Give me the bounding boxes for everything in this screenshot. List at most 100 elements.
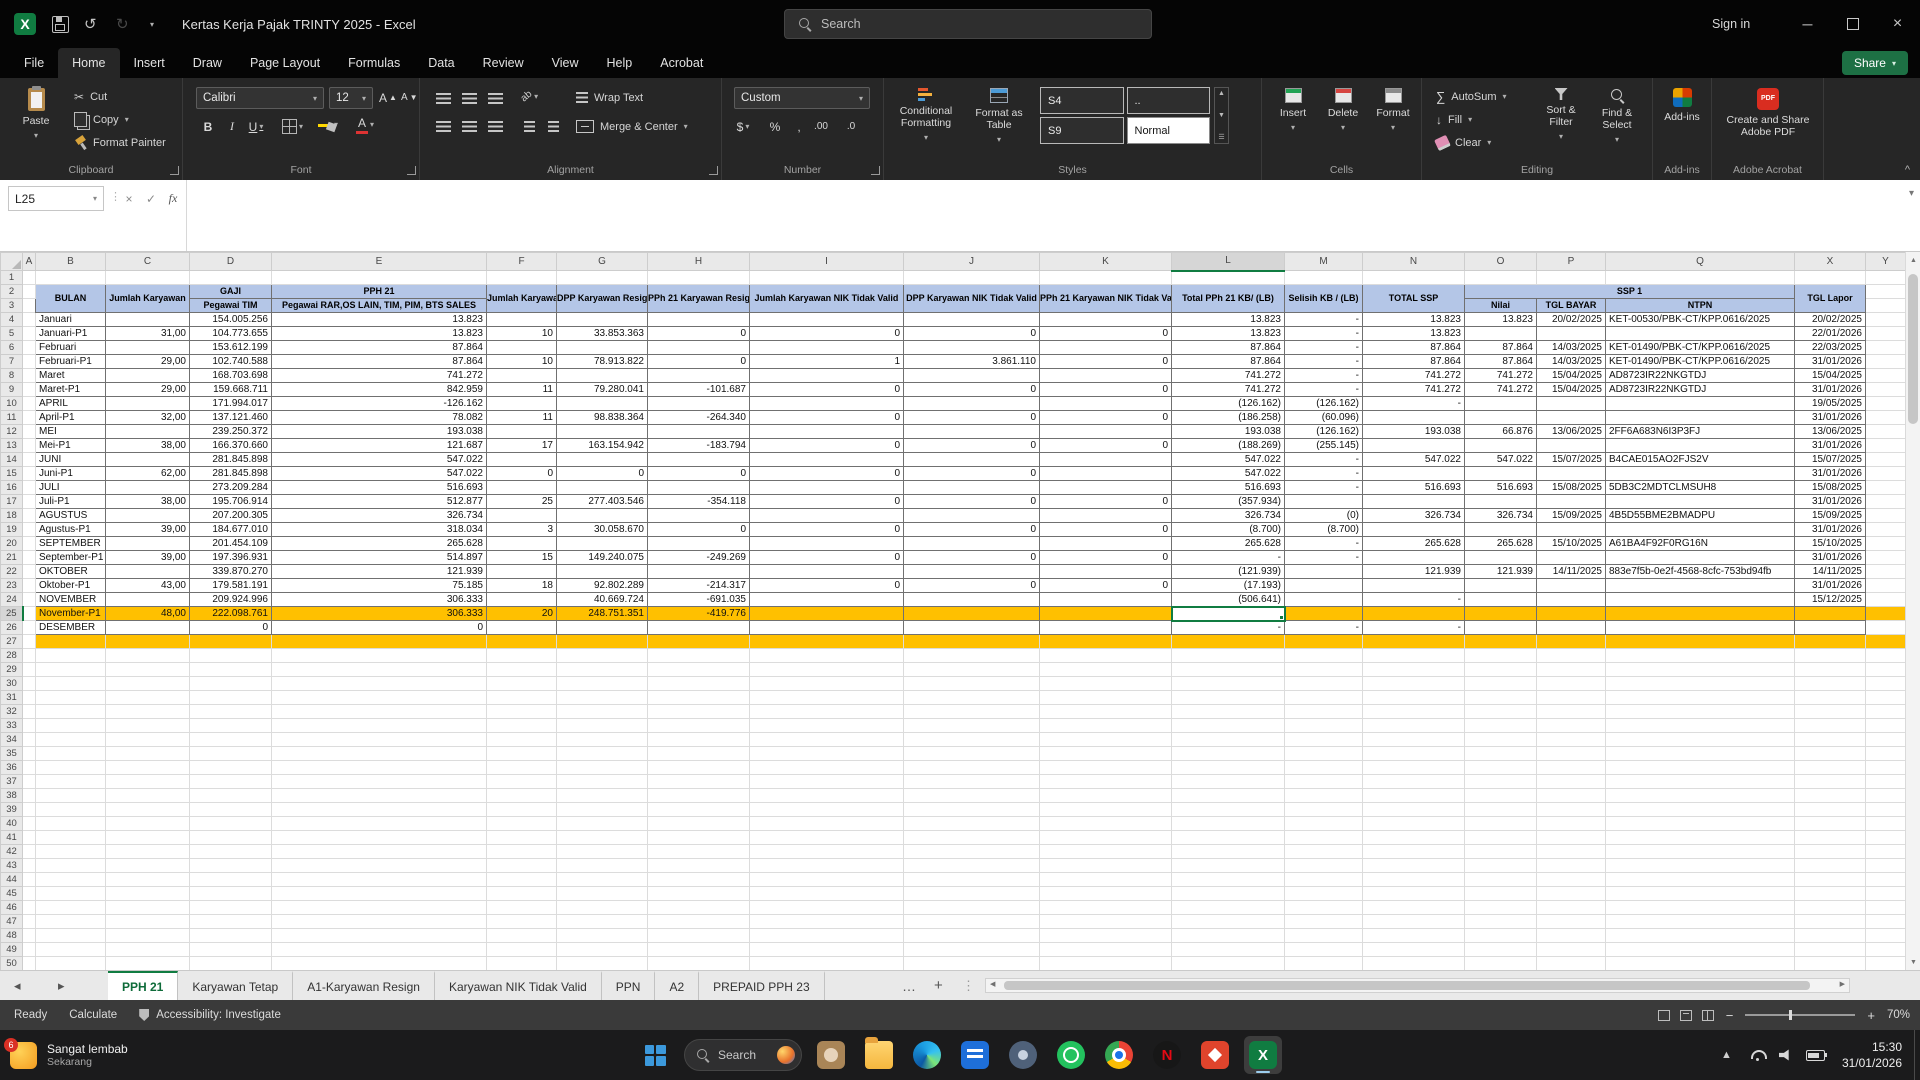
cell-D3[interactable]: Pegawai TIM bbox=[189, 298, 272, 313]
cell-L9[interactable]: 741.272 bbox=[1171, 382, 1285, 397]
cell-E4[interactable]: 13.823 bbox=[271, 312, 487, 327]
cell-Y16[interactable] bbox=[1865, 480, 1905, 495]
cell-G36[interactable] bbox=[556, 760, 648, 775]
cell-O13[interactable] bbox=[1464, 438, 1537, 453]
menu-tab-view[interactable]: View bbox=[538, 48, 593, 78]
cell-A17[interactable] bbox=[22, 494, 36, 509]
cell-H21[interactable]: -249.269 bbox=[647, 550, 750, 565]
cell-H44[interactable] bbox=[647, 872, 750, 887]
cell-K39[interactable] bbox=[1039, 802, 1172, 817]
cell-A40[interactable] bbox=[22, 816, 36, 831]
cell-M50[interactable] bbox=[1284, 956, 1363, 970]
cell-H38[interactable] bbox=[647, 788, 750, 803]
cell-L1[interactable] bbox=[1171, 270, 1285, 285]
cell-N28[interactable] bbox=[1362, 648, 1465, 663]
cell-O5[interactable] bbox=[1464, 326, 1537, 341]
cell-I33[interactable] bbox=[749, 718, 904, 733]
cell-Y47[interactable] bbox=[1865, 914, 1905, 929]
cell-X6[interactable]: 22/03/2025 bbox=[1794, 340, 1866, 355]
cell-A5[interactable] bbox=[22, 326, 36, 341]
row-header-14[interactable]: 14 bbox=[0, 452, 23, 467]
cell-Y20[interactable] bbox=[1865, 536, 1905, 551]
menu-tab-draw[interactable]: Draw bbox=[179, 48, 236, 78]
cell-F42[interactable] bbox=[486, 844, 557, 859]
cell-D20[interactable]: 201.454.109 bbox=[189, 536, 272, 551]
row-header-44[interactable]: 44 bbox=[0, 872, 23, 887]
cell-F19[interactable]: 3 bbox=[486, 522, 557, 537]
row-header-10[interactable]: 10 bbox=[0, 396, 23, 411]
cell-I38[interactable] bbox=[749, 788, 904, 803]
cell-A34[interactable] bbox=[22, 732, 36, 747]
cell-J46[interactable] bbox=[903, 900, 1040, 915]
cell-Q20[interactable]: A61BA4F92F0RG16N bbox=[1605, 536, 1795, 551]
cell-K27[interactable] bbox=[1039, 634, 1172, 649]
cell-D50[interactable] bbox=[189, 956, 272, 970]
select-all-corner[interactable] bbox=[0, 252, 23, 271]
cell-C47[interactable] bbox=[105, 914, 190, 929]
cell-B47[interactable] bbox=[35, 914, 106, 929]
row-header-39[interactable]: 39 bbox=[0, 802, 23, 817]
cell-Q18[interactable]: 4B5D55BME2BMADPU bbox=[1605, 508, 1795, 523]
cell-N18[interactable]: 326.734 bbox=[1362, 508, 1465, 523]
cell-I36[interactable] bbox=[749, 760, 904, 775]
taskbar-app-edge[interactable] bbox=[908, 1036, 946, 1074]
cell-C43[interactable] bbox=[105, 858, 190, 873]
cell-I16[interactable] bbox=[749, 480, 904, 495]
cell-M17[interactable] bbox=[1284, 494, 1363, 509]
cell-G5[interactable]: 33.853.363 bbox=[556, 326, 648, 341]
scroll-right-icon[interactable]: ▶ bbox=[1840, 980, 1845, 988]
horizontal-scrollbar-thumb[interactable] bbox=[1004, 981, 1810, 990]
cell-I15[interactable]: 0 bbox=[749, 466, 904, 481]
cell-A44[interactable] bbox=[22, 872, 36, 887]
cell-L34[interactable] bbox=[1171, 732, 1285, 747]
cell-D48[interactable] bbox=[189, 928, 272, 943]
cell-J8[interactable] bbox=[903, 368, 1040, 383]
cell-N10[interactable]: - bbox=[1362, 396, 1465, 411]
cell-D26[interactable]: 0 bbox=[189, 620, 272, 635]
cell-B17[interactable]: Juli-P1 bbox=[35, 494, 106, 509]
font-dialog-launcher-icon[interactable] bbox=[407, 166, 416, 175]
cell-L32[interactable] bbox=[1171, 704, 1285, 719]
cell-G33[interactable] bbox=[556, 718, 648, 733]
scroll-down-icon[interactable]: ▼ bbox=[1906, 954, 1920, 970]
cell-B33[interactable] bbox=[35, 718, 106, 733]
delete-button[interactable]: Delete ▾ bbox=[1320, 84, 1366, 136]
row-header-29[interactable]: 29 bbox=[0, 662, 23, 677]
cell-K14[interactable] bbox=[1039, 452, 1172, 467]
cell-H30[interactable] bbox=[647, 676, 750, 691]
cell-L40[interactable] bbox=[1171, 816, 1285, 831]
cell-F39[interactable] bbox=[486, 802, 557, 817]
cell-F23[interactable]: 18 bbox=[486, 578, 557, 593]
cell-K43[interactable] bbox=[1039, 858, 1172, 873]
cell-D49[interactable] bbox=[189, 942, 272, 957]
quick-access-caret-icon[interactable]: ▾ bbox=[150, 0, 154, 48]
cell-L38[interactable] bbox=[1171, 788, 1285, 803]
cell-L36[interactable] bbox=[1171, 760, 1285, 775]
cell-E11[interactable]: 78.082 bbox=[271, 410, 487, 425]
cell-N11[interactable] bbox=[1362, 410, 1465, 425]
cell-M35[interactable] bbox=[1284, 746, 1363, 761]
cell-K15[interactable] bbox=[1039, 466, 1172, 481]
menu-tab-insert[interactable]: Insert bbox=[120, 48, 179, 78]
cell-J35[interactable] bbox=[903, 746, 1040, 761]
cell-E27[interactable] bbox=[271, 634, 487, 649]
cell-O48[interactable] bbox=[1464, 928, 1537, 943]
cell-A8[interactable] bbox=[22, 368, 36, 383]
cell-K50[interactable] bbox=[1039, 956, 1172, 970]
cell-C44[interactable] bbox=[105, 872, 190, 887]
row-header-48[interactable]: 48 bbox=[0, 928, 23, 943]
cell-L6[interactable]: 87.864 bbox=[1171, 340, 1285, 355]
cell-F10[interactable] bbox=[486, 396, 557, 411]
cell-Y36[interactable] bbox=[1865, 760, 1905, 775]
accounting-format-button[interactable]: $ ▾ bbox=[732, 116, 754, 137]
cell-G34[interactable] bbox=[556, 732, 648, 747]
cell-A18[interactable] bbox=[22, 508, 36, 523]
cell-K28[interactable] bbox=[1039, 648, 1172, 663]
cell-B30[interactable] bbox=[35, 676, 106, 691]
cell-N20[interactable]: 265.628 bbox=[1362, 536, 1465, 551]
cell-E29[interactable] bbox=[271, 662, 487, 677]
cell-Y8[interactable] bbox=[1865, 368, 1905, 383]
cell-H43[interactable] bbox=[647, 858, 750, 873]
cell-Q19[interactable] bbox=[1605, 522, 1795, 537]
cell-C24[interactable] bbox=[105, 592, 190, 607]
